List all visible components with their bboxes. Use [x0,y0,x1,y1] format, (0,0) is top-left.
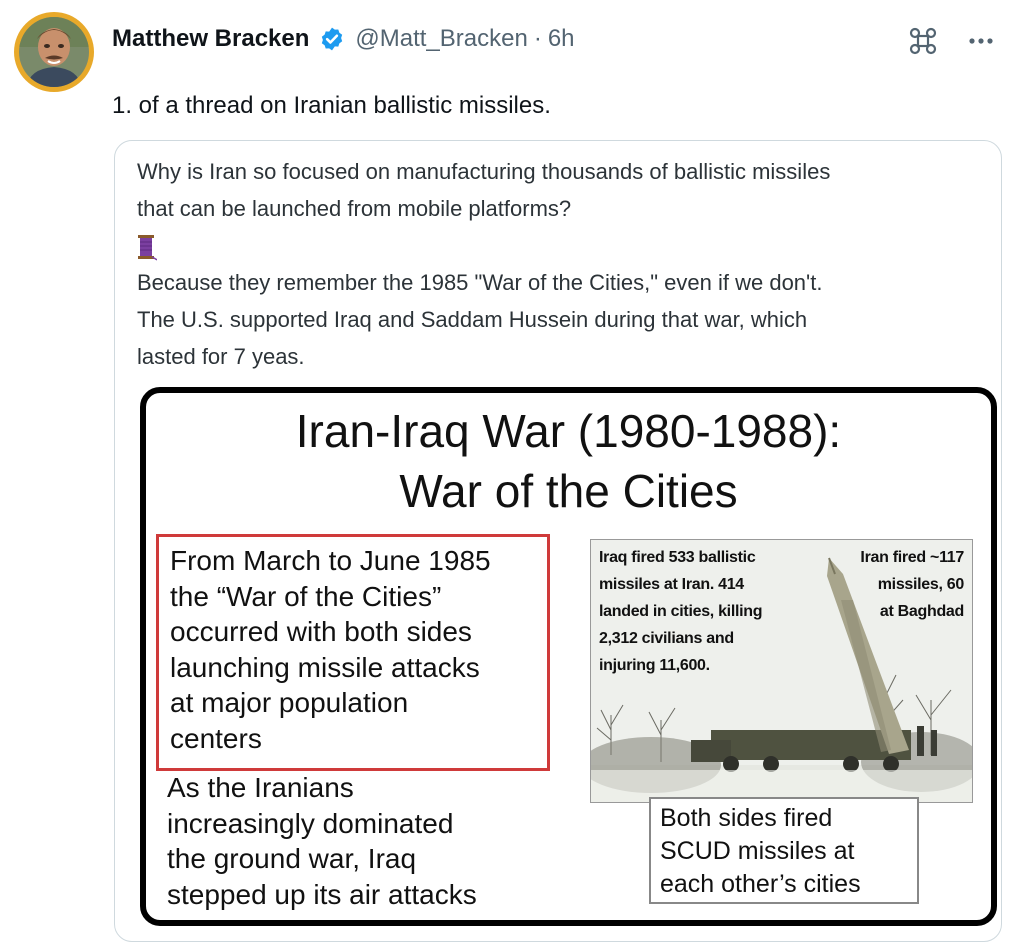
quote-line: The U.S. supported Iraq and Saddam Husse… [137,307,808,332]
scud-callout-box: Both sides fired SCUD missiles at each o… [649,797,919,904]
thread-emoji-line [137,227,987,264]
scud-callout-text: Both sides fired SCUD missiles at each o… [660,804,861,898]
command-icon[interactable] [908,26,938,56]
tweet-header: Matthew Bracken @Matt_Bracken · 6h [112,22,575,56]
slide-title-line2: War of the Cities [399,465,738,517]
quoted-text: Why is Iran so focused on manufacturing … [137,153,987,375]
iran-fired-caption: Iran fired ~117 missiles, 60 at Baghdad [860,549,964,620]
more-horizontal-icon[interactable] [968,36,994,46]
slide-body-text: As the Iranians increasingly dominated t… [167,772,477,910]
iraq-fired-caption: Iraq fired 533 ballistic missiles at Ira… [599,549,763,674]
quote-line: Because they remember the 1985 "War of t… [137,270,823,295]
header-actions [908,26,994,56]
quote-line: lasted for 7 yeas. [137,344,305,369]
red-callout-text: From March to June 1985 the “War of the … [170,545,491,754]
author-name[interactable]: Matthew Bracken [112,25,309,53]
slide-image[interactable]: Iran-Iraq War (1980-1988): War of the Ci… [140,387,997,926]
avatar[interactable] [14,12,94,92]
red-callout-box: From March to June 1985 the “War of the … [156,534,550,771]
separator-dot: · [533,25,542,52]
tweet-timestamp[interactable]: 6h [548,25,575,53]
avatar-photo [19,17,89,87]
verified-badge-icon[interactable] [319,26,345,52]
slide-title-line1: Iran-Iraq War (1980-1988): [295,405,842,457]
author-handle[interactable]: @Matt_Bracken [355,25,527,53]
quote-line: Why is Iran so focused on manufacturing … [137,159,831,184]
thread-spool-icon [138,235,157,261]
quoted-tweet-card[interactable]: Why is Iran so focused on manufacturing … [114,140,1002,942]
tweet-text: 1. of a thread on Iranian ballistic miss… [112,92,551,119]
missile-launcher-photo: Iraq fired 533 ballistic missiles at Ira… [590,539,973,803]
quote-line: that can be launched from mobile platfor… [137,196,572,221]
